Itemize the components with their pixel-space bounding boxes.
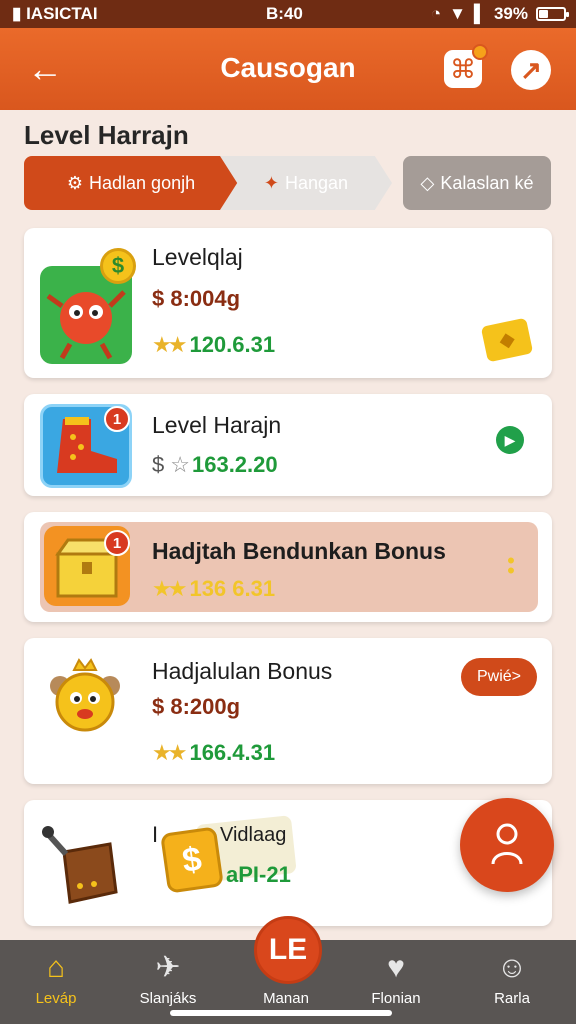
item-name: Level Harajn	[152, 412, 282, 438]
signal-icon: ▌	[473, 4, 486, 23]
stars-icon: ★★	[152, 740, 188, 765]
item-price: $ 8:004g	[152, 286, 241, 311]
edit-button[interactable]: ↗	[511, 50, 551, 90]
item-rating: ★★ 136 6.31	[152, 576, 275, 602]
crowned-monster-icon	[46, 656, 124, 740]
list-item[interactable]: 1 Level Harajn $ ☆ 163.2.20 ▶	[24, 394, 552, 496]
notification-button[interactable]: ⌘	[444, 44, 488, 88]
clock: B:40	[266, 4, 303, 23]
more-menu-icon[interactable]: • •	[506, 550, 516, 582]
rating-value: 136 6.31	[189, 576, 276, 601]
ticket-icon: ✦	[263, 172, 280, 193]
nav-label: Slanjáks	[139, 990, 197, 1007]
center-action-button[interactable]: LE	[254, 916, 322, 984]
pot-icon	[40, 816, 130, 910]
tab-kalaslan[interactable]: ◇ Kalaslan ké	[403, 156, 551, 210]
item-value: aPI-21	[226, 862, 291, 887]
rating-value: 163.2.20	[191, 452, 278, 477]
diamond-icon: ◇	[420, 172, 435, 193]
plane-icon: ✈	[155, 951, 181, 984]
rating-value: 120.6.31	[189, 332, 276, 357]
tab-label: Hangan	[285, 172, 349, 193]
home-indicator[interactable]	[170, 1010, 392, 1016]
tab-hadlan[interactable]: ⚙ Hadlan gonjh	[24, 156, 238, 210]
notification-dot	[472, 44, 488, 60]
nav-item-home[interactable]: ⌂ Leváp	[6, 950, 106, 1020]
item-name: Hadjalulan Bonus	[152, 658, 333, 684]
item-name-prefix: I	[152, 822, 159, 847]
item-name: Levelqlaj	[152, 244, 243, 270]
tab-label: Kalaslan ké	[440, 172, 534, 193]
dollar-coin-icon: $	[160, 826, 224, 894]
stars-icon: ★★	[152, 576, 188, 601]
tab-hangan[interactable]: ✦ Hangan	[220, 156, 392, 210]
stars-icon: ★★	[152, 332, 188, 357]
list-item[interactable]: Hadjalulan Bonus $ 8:200g ★★ 166.4.31 Pw…	[24, 638, 552, 784]
section-title: Level Harrajn	[24, 120, 189, 150]
app-header: ← Causogan ⌘ ↗	[0, 28, 576, 110]
nav-label: Leváp	[35, 990, 77, 1007]
user-icon: ☺	[496, 951, 528, 984]
go-arrow-icon[interactable]: ▶	[496, 426, 524, 454]
notification-badge: 1	[104, 406, 130, 432]
item-tag: Vidlaag	[220, 824, 287, 846]
preview-button[interactable]: Pwié>	[461, 658, 537, 696]
battery-icon	[536, 7, 569, 21]
list-item-highlighted[interactable]: 1 Hadjtah Bendunkan Bonus ★★ 136 6.31 • •	[24, 512, 552, 622]
item-rating: ★★ 166.4.31	[152, 740, 275, 766]
gold-gem-icon: ◆	[480, 317, 534, 363]
star-outline-icon: ☆	[170, 452, 190, 477]
item-rating: ★★ 120.6.31	[152, 332, 275, 358]
nav-item-rarla[interactable]: ☺ Rarla	[462, 950, 562, 1020]
item-rating: $ ☆ 163.2.20	[152, 452, 278, 478]
item-price: $ 8:200g	[152, 694, 241, 719]
dollar-coin-icon: $	[100, 248, 136, 284]
battery-percent: 39%	[493, 4, 528, 23]
list-item[interactable]: $ Levelqlaj $ 8:004g ★★ 120.6.31 ◆	[24, 228, 552, 378]
nav-label: Manan	[263, 990, 309, 1007]
item-name: Hadjtah Bendunkan Bonus	[152, 538, 446, 564]
gear-icon: ⚙	[66, 172, 84, 193]
pencil-icon: ↗	[520, 55, 542, 85]
user-icon	[491, 823, 523, 865]
price-prefix: $	[152, 452, 165, 477]
status-bar: ▮ IASICTAI B:40 ◔ ▼ ▌ 39%	[0, 0, 576, 28]
page-title: Causogan	[220, 52, 356, 83]
profile-fab[interactable]	[460, 798, 554, 892]
wifi-icon: ▼	[449, 4, 466, 23]
tab-label: Hadlan gonjh	[89, 172, 196, 193]
notification-badge: 1	[104, 530, 130, 556]
rating-value: 166.4.31	[189, 740, 276, 765]
heart-face-icon: ♥	[387, 951, 405, 984]
nav-label: Flonian	[371, 990, 421, 1007]
nav-label: Rarla	[494, 990, 530, 1007]
home-icon: ⌂	[46, 951, 66, 984]
status-icons: ◔ ▼ ▌ 39%	[430, 4, 569, 24]
alarm-icon: ◔	[430, 4, 442, 23]
ticket-icon: ⌘	[450, 54, 476, 84]
carrier-label: ▮ IASICTAI	[12, 4, 98, 23]
